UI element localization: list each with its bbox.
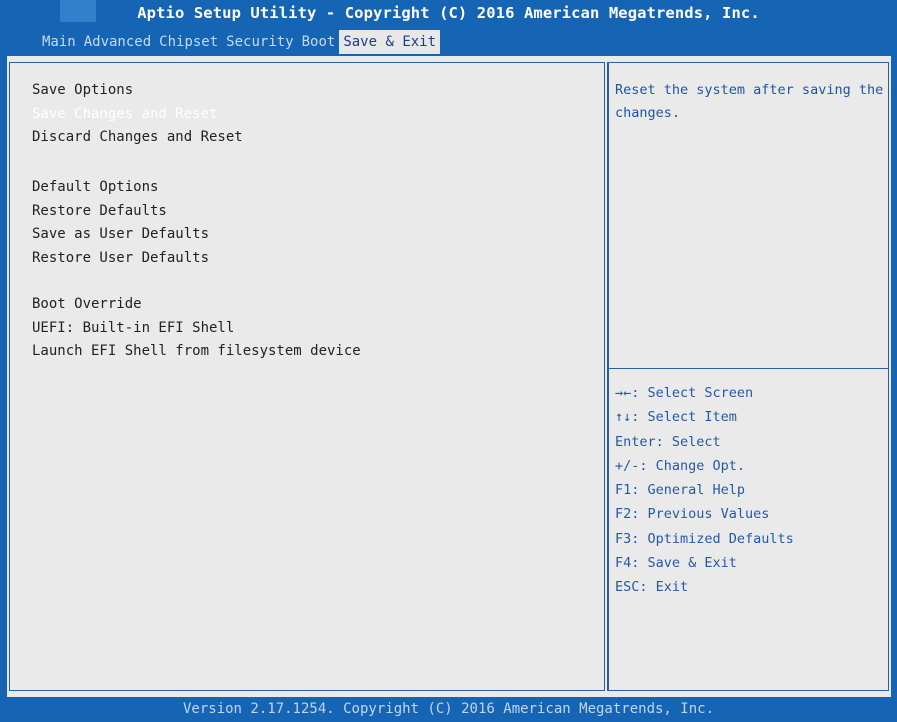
menu-item-discard-changes-and-reset[interactable]: Discard Changes and Reset (32, 126, 243, 150)
key-legend: →←: Select Screen ↑↓: Select Item Enter:… (615, 381, 794, 600)
section-heading-default-options: Default Options (32, 179, 159, 195)
default-options-group: Default Options Restore Defaults Save as… (32, 176, 209, 270)
help-text: Reset the system after saving the change… (615, 82, 884, 121)
version-text: Version 2.17.1254. Copyright (C) 2016 Am… (182, 701, 714, 717)
settings-pane: Save Options Save Changes and Reset Disc… (9, 62, 605, 691)
key-hint-previous-values: F2: Previous Values (615, 506, 770, 523)
key-hint-optimized-defaults: F3: Optimized Defaults (615, 530, 794, 547)
menu-item-save-as-user-defaults[interactable]: Save as User Defaults (32, 223, 209, 247)
section-heading-save-options: Save Options (32, 82, 134, 98)
menu-item-restore-user-defaults[interactable]: Restore User Defaults (32, 247, 209, 271)
help-divider (609, 368, 888, 369)
key-hint-esc-exit: ESC: Exit (615, 579, 689, 596)
boot-override-group: Boot Override UEFI: Built-in EFI Shell L… (32, 293, 361, 364)
help-pane: Reset the system after saving the change… (607, 62, 889, 691)
key-hint-general-help: F1: General Help (615, 482, 746, 499)
menu-item-restore-defaults[interactable]: Restore Defaults (32, 200, 209, 224)
header-bar: Aptio Setup Utility - Copyright (C) 2016… (0, 0, 897, 56)
footer-bar: Version 2.17.1254. Copyright (C) 2016 Am… (0, 697, 897, 722)
key-hint-save-exit: F4: Save & Exit (615, 555, 737, 572)
tab-security[interactable]: Security (222, 30, 297, 54)
help-area: Reset the system after saving the change… (609, 63, 888, 363)
key-hint-select-item: ↑↓: Select Item (615, 409, 737, 426)
tab-chipset[interactable]: Chipset (155, 30, 222, 54)
tab-bar: Main Advanced Chipset Security Boot Save… (38, 30, 441, 54)
key-hint-enter-select: Enter: Select (615, 433, 721, 450)
tab-advanced[interactable]: Advanced (80, 30, 155, 54)
section-heading-boot-override: Boot Override (32, 296, 142, 312)
main-panel: Save Options Save Changes and Reset Disc… (7, 56, 891, 697)
menu-item-launch-efi-shell[interactable]: Launch EFI Shell from filesystem device (32, 340, 361, 364)
menu-item-uefi-built-in-efi-shell[interactable]: UEFI: Built-in EFI Shell (32, 317, 361, 341)
tab-main[interactable]: Main (38, 30, 80, 54)
key-hint-select-screen: →←: Select Screen (615, 385, 754, 401)
menu-item-save-changes-and-reset[interactable]: Save Changes and Reset (32, 103, 243, 127)
tab-save-exit[interactable]: Save & Exit (339, 30, 441, 54)
window-title: Aptio Setup Utility - Copyright (C) 2016… (137, 4, 760, 22)
key-hint-change-opt: +/-: Change Opt. (615, 457, 746, 474)
tab-boot[interactable]: Boot (298, 30, 340, 54)
save-options-group: Save Options Save Changes and Reset Disc… (32, 79, 243, 150)
